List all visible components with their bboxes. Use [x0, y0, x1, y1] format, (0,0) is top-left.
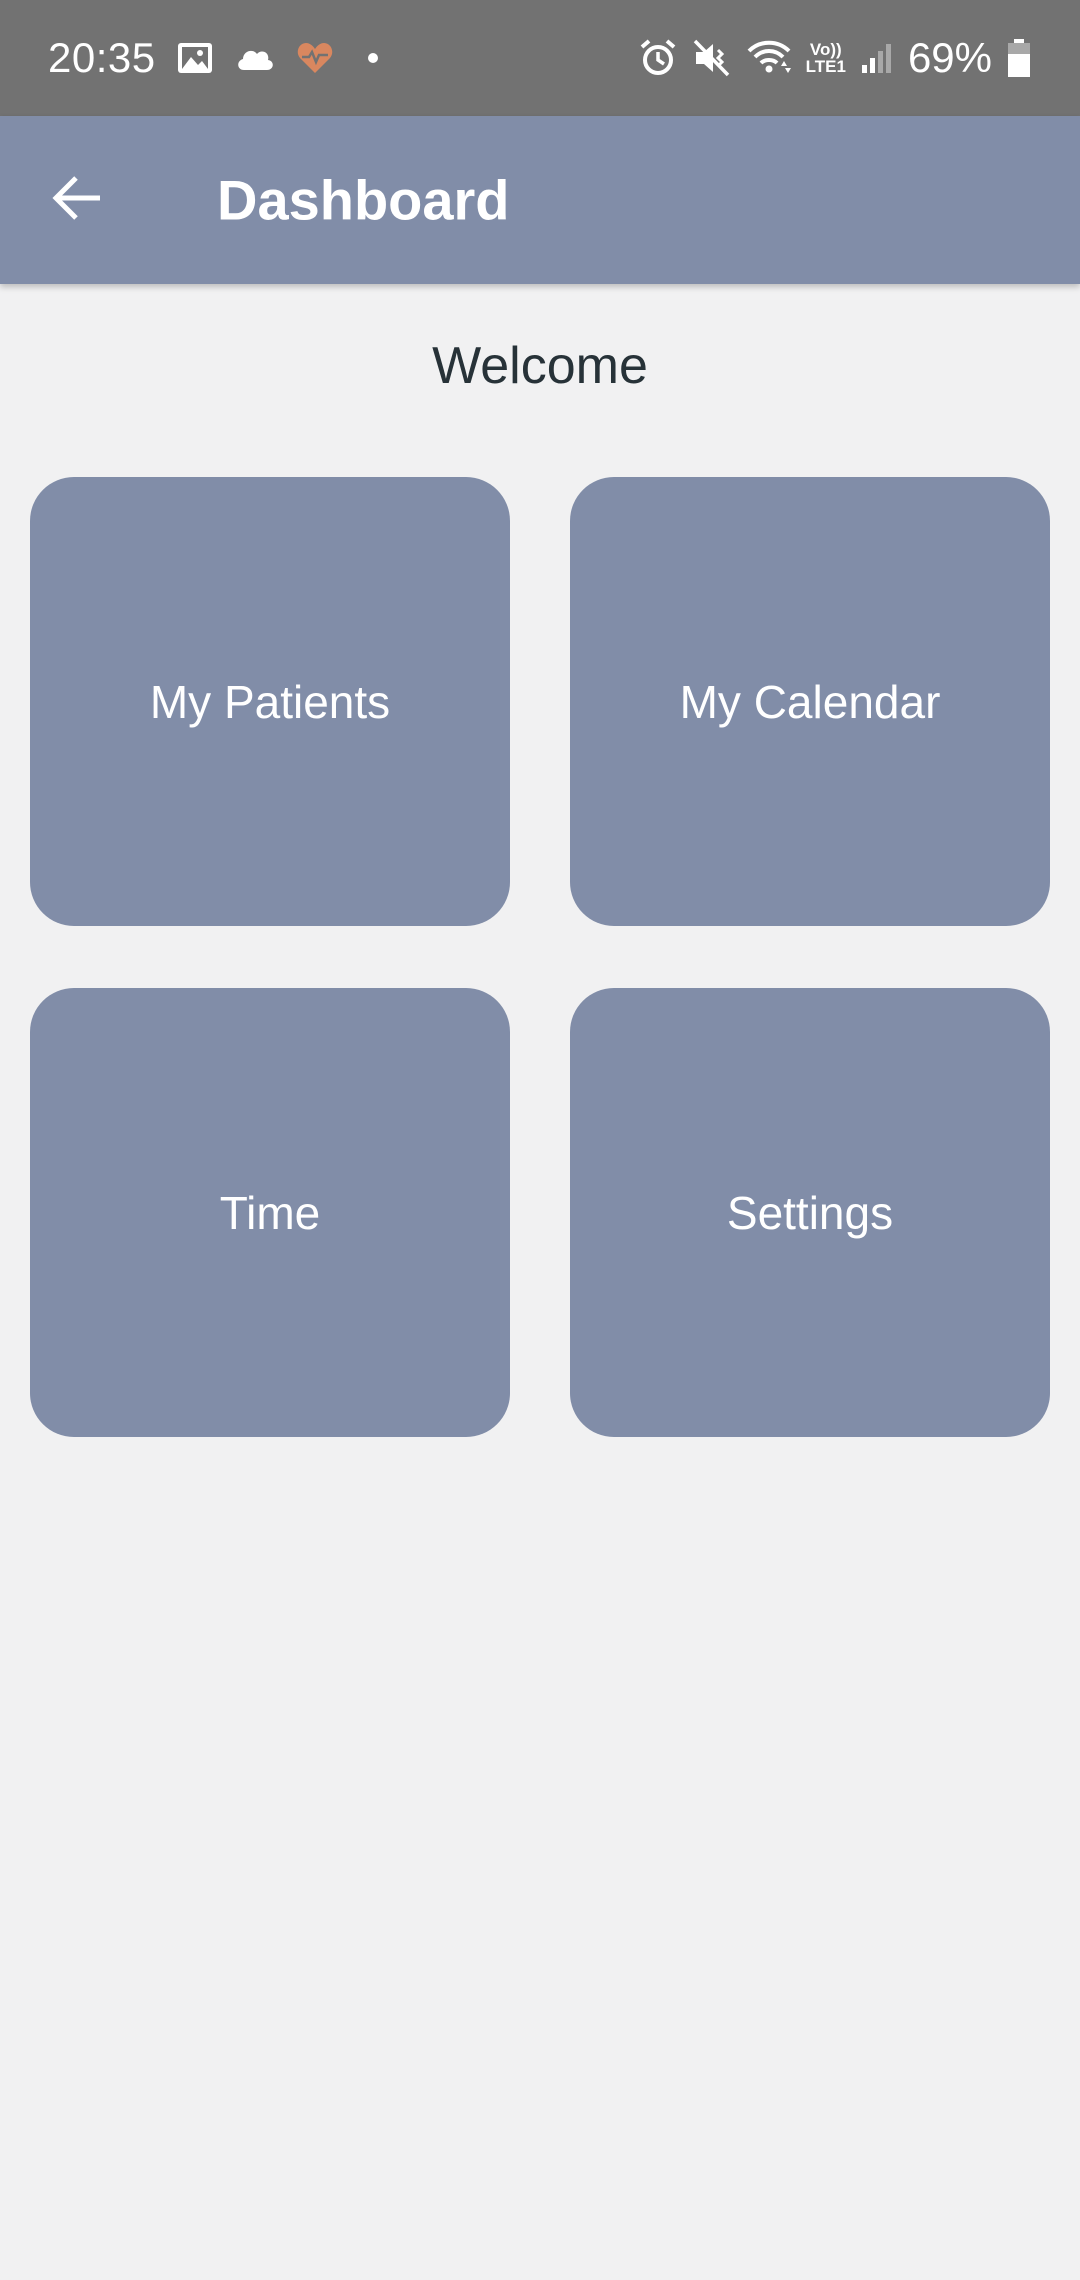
- wifi-icon: [746, 39, 792, 77]
- arrow-back-icon[interactable]: [52, 174, 104, 227]
- signal-icon: [860, 41, 894, 75]
- status-time: 20:35: [48, 34, 156, 81]
- tile-label: My Patients: [149, 675, 391, 728]
- lte-label: LTE1: [805, 57, 846, 76]
- cloud-icon: [234, 44, 276, 72]
- my-patients-button[interactable]: My Patients: [30, 477, 510, 926]
- battery-percent: 69%: [907, 34, 992, 81]
- alarm-icon: [638, 38, 678, 78]
- status-right: Vo)) LTE1 69%: [638, 34, 1032, 82]
- status-bar: 20:35 Vo)) LTE1 69%: [0, 0, 1080, 116]
- notification-dot-icon: [367, 53, 378, 63]
- volte-lte-icon: Vo)) LTE1: [806, 41, 846, 75]
- gallery-icon: [176, 41, 214, 75]
- tile-label: My Calendar: [679, 675, 941, 728]
- battery-icon: [1006, 38, 1032, 78]
- tile-label: Time: [219, 1186, 321, 1239]
- mute-icon: [692, 38, 732, 78]
- my-calendar-button[interactable]: My Calendar: [570, 477, 1050, 926]
- status-left: 20:35: [48, 34, 378, 82]
- time-button[interactable]: Time: [30, 988, 510, 1437]
- back-button[interactable]: [40, 162, 116, 238]
- welcome-text: Welcome: [432, 337, 648, 395]
- settings-button[interactable]: Settings: [570, 988, 1050, 1437]
- app-bar: Dashboard: [0, 116, 1080, 284]
- tile-label: Settings: [726, 1186, 894, 1239]
- page-title: Dashboard: [217, 168, 510, 232]
- volte-label: Vo)): [809, 40, 842, 59]
- health-heart-icon: [296, 41, 334, 75]
